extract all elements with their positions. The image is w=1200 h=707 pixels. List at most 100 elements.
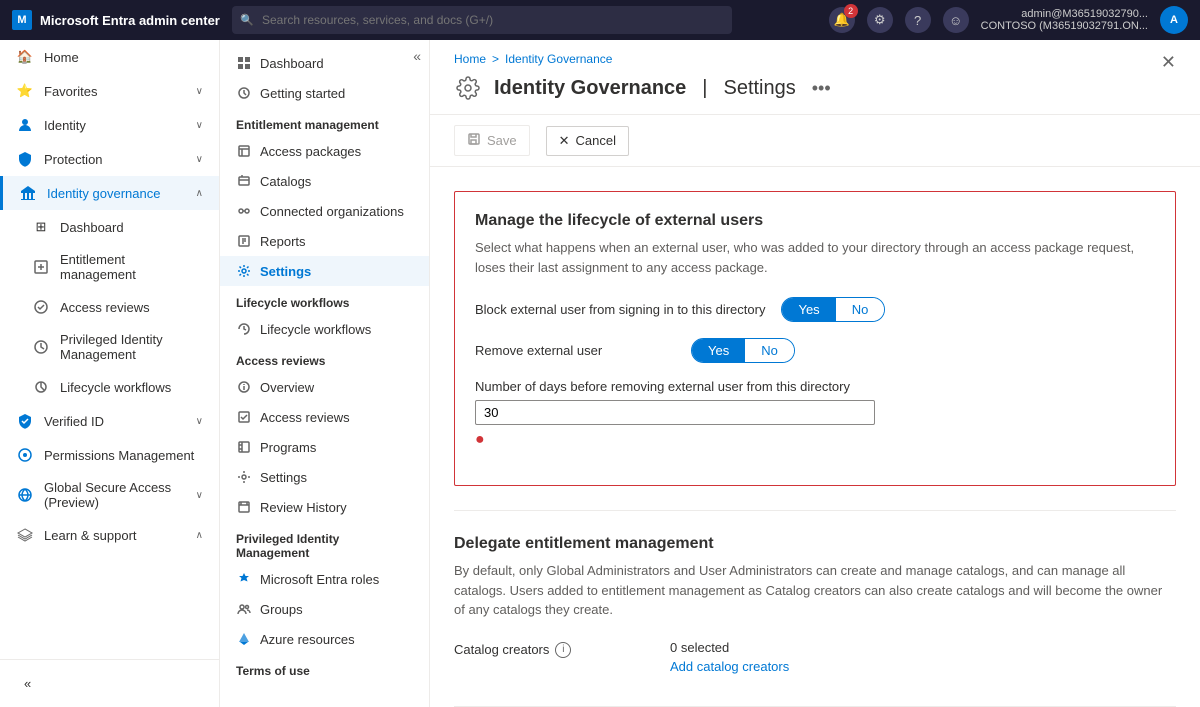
identity-icon	[16, 116, 34, 134]
save-button[interactable]: Save	[454, 125, 530, 156]
days-row: Number of days before removing external …	[475, 379, 1155, 449]
sidebar-label-learn: Learn & support	[44, 528, 137, 543]
sec-azure-icon	[236, 631, 252, 647]
dashboard-icon: ⊞	[32, 218, 50, 236]
sidebar-item-lifecycle[interactable]: Lifecycle workflows	[0, 370, 219, 404]
block-yes-btn[interactable]: Yes	[782, 298, 835, 321]
notification-count: 2	[844, 4, 858, 18]
required-indicator: ●	[475, 431, 875, 449]
block-no-btn[interactable]: No	[836, 298, 885, 321]
search-bar[interactable]	[232, 6, 732, 34]
sec-label-catalogs: Catalogs	[260, 174, 311, 189]
secondary-sidebar: « Dashboard Getting started Entitlement …	[220, 40, 430, 707]
user-name: admin@M36519032790...	[981, 8, 1148, 20]
sidebar-collapse-icon[interactable]: «	[413, 48, 421, 64]
remove-yes-btn[interactable]: Yes	[692, 339, 745, 362]
sidebar-item-pim[interactable]: Privileged Identity Management	[0, 324, 219, 370]
sec-item-settings2[interactable]: Settings	[220, 462, 429, 492]
feedback-icon[interactable]: ☺	[943, 7, 969, 33]
remove-toggle[interactable]: Yes No	[691, 338, 795, 363]
avatar[interactable]: A	[1160, 6, 1188, 34]
catalog-creators-label-text: Catalog creators	[454, 642, 549, 657]
product-name: Microsoft Entra admin center	[40, 13, 220, 28]
sec-header-pim: Privileged Identity Management	[220, 522, 429, 564]
sec-access-reviews-icon	[236, 409, 252, 425]
sidebar-item-dashboard[interactable]: ⊞ Dashboard	[0, 210, 219, 244]
sec-reports-icon	[236, 233, 252, 249]
sec-item-dashboard[interactable]: Dashboard	[220, 48, 429, 78]
search-input[interactable]	[232, 6, 732, 34]
remove-no-btn[interactable]: No	[745, 339, 794, 362]
sidebar-item-favorites[interactable]: ⭐ Favorites ∨	[0, 74, 219, 108]
sec-item-groups[interactable]: Groups	[220, 594, 429, 624]
sec-item-lifecycle-workflows[interactable]: Lifecycle workflows	[220, 314, 429, 344]
sec-item-access-reviews2[interactable]: Access reviews	[220, 402, 429, 432]
settings-icon[interactable]: ⚙	[867, 7, 893, 33]
breadcrumb-current[interactable]: Identity Governance	[505, 52, 612, 66]
page-title-sep: |	[702, 77, 707, 100]
sec-item-review-history[interactable]: Review History	[220, 492, 429, 522]
sec-item-settings[interactable]: Settings	[220, 256, 429, 286]
help-icon[interactable]: ?	[905, 7, 931, 33]
sec-item-getting-started[interactable]: Getting started	[220, 78, 429, 108]
notification-bell[interactable]: 🔔 2	[829, 7, 855, 33]
block-toggle[interactable]: Yes No	[781, 297, 885, 322]
delegate-section: Delegate entitlement management By defau…	[454, 510, 1176, 706]
entitlement-icon	[32, 258, 50, 276]
governance-icon	[19, 184, 37, 202]
sidebar-item-entitlement-mgmt[interactable]: Entitlement management	[0, 244, 219, 290]
sec-item-reports[interactable]: Reports	[220, 226, 429, 256]
sec-label-review-history: Review History	[260, 500, 347, 515]
sec-item-programs[interactable]: Programs	[220, 432, 429, 462]
sec-access-packages-icon	[236, 143, 252, 159]
sidebar-item-permissions[interactable]: Permissions Management	[0, 438, 219, 472]
chevron-down-icon: ∨	[196, 86, 203, 97]
sec-history-icon	[236, 499, 252, 515]
lifecycle-section: Manage the lifecycle of external users S…	[454, 191, 1176, 486]
sec-item-azure-resources[interactable]: Azure resources	[220, 624, 429, 654]
save-icon	[467, 132, 481, 149]
cancel-x-icon: ✕	[559, 133, 570, 149]
sec-item-overview[interactable]: Overview	[220, 372, 429, 402]
cancel-button[interactable]: ✕ Cancel	[546, 126, 629, 156]
sidebar-item-verified-id[interactable]: Verified ID ∨	[0, 404, 219, 438]
breadcrumb-home[interactable]: Home	[454, 52, 486, 66]
learn-icon	[16, 526, 34, 544]
days-label: Number of days before removing external …	[475, 379, 850, 394]
sidebar-item-learn[interactable]: Learn & support ∧	[0, 518, 219, 552]
sidebar-item-identity-governance[interactable]: Identity governance ∧	[0, 176, 219, 210]
sec-label-reports: Reports	[260, 234, 306, 249]
sec-label-getting-started: Getting started	[260, 86, 345, 101]
sec-label-access-reviews2: Access reviews	[260, 410, 350, 425]
breadcrumb-sep: >	[492, 52, 499, 66]
user-org: CONTOSO (M36519032791.ON...	[981, 20, 1148, 32]
sidebar-label-favorites: Favorites	[44, 84, 97, 99]
sec-catalogs-icon	[236, 173, 252, 189]
lifecycle-desc: Select what happens when an external use…	[475, 238, 1155, 277]
sidebar-item-home[interactable]: 🏠 Home	[0, 40, 219, 74]
sidebar-item-global-secure[interactable]: Global Secure Access (Preview) ∨	[0, 472, 219, 518]
chevron-down-icon: ∨	[196, 154, 203, 165]
days-input[interactable]	[475, 400, 875, 425]
chevron-down-icon: ∨	[196, 490, 203, 501]
chevron-down-icon: ∨	[196, 416, 203, 427]
sec-item-catalogs[interactable]: Catalogs	[220, 166, 429, 196]
close-button[interactable]: ✕	[1161, 52, 1176, 73]
info-icon[interactable]: i	[555, 642, 571, 658]
chevron-down-icon: ∨	[196, 120, 203, 131]
sidebar-collapse-btn[interactable]: «	[8, 668, 211, 699]
pim-icon	[32, 338, 50, 356]
sidebar-item-protection[interactable]: Protection ∨	[0, 142, 219, 176]
sec-dashboard-icon	[236, 55, 252, 71]
sidebar-item-access-reviews[interactable]: Access reviews	[0, 290, 219, 324]
sidebar-label-permissions: Permissions Management	[44, 448, 194, 463]
page-title-row: Identity Governance | Settings •••	[454, 74, 1176, 114]
add-catalog-creators-link[interactable]: Add catalog creators	[670, 659, 789, 674]
more-options-icon[interactable]: •••	[812, 78, 831, 99]
remove-label: Remove external user	[475, 343, 675, 358]
sec-overview-icon	[236, 379, 252, 395]
sec-item-access-packages[interactable]: Access packages	[220, 136, 429, 166]
sec-item-connected-orgs[interactable]: Connected organizations	[220, 196, 429, 226]
sec-item-entra-roles[interactable]: Microsoft Entra roles	[220, 564, 429, 594]
sidebar-item-identity[interactable]: Identity ∨	[0, 108, 219, 142]
